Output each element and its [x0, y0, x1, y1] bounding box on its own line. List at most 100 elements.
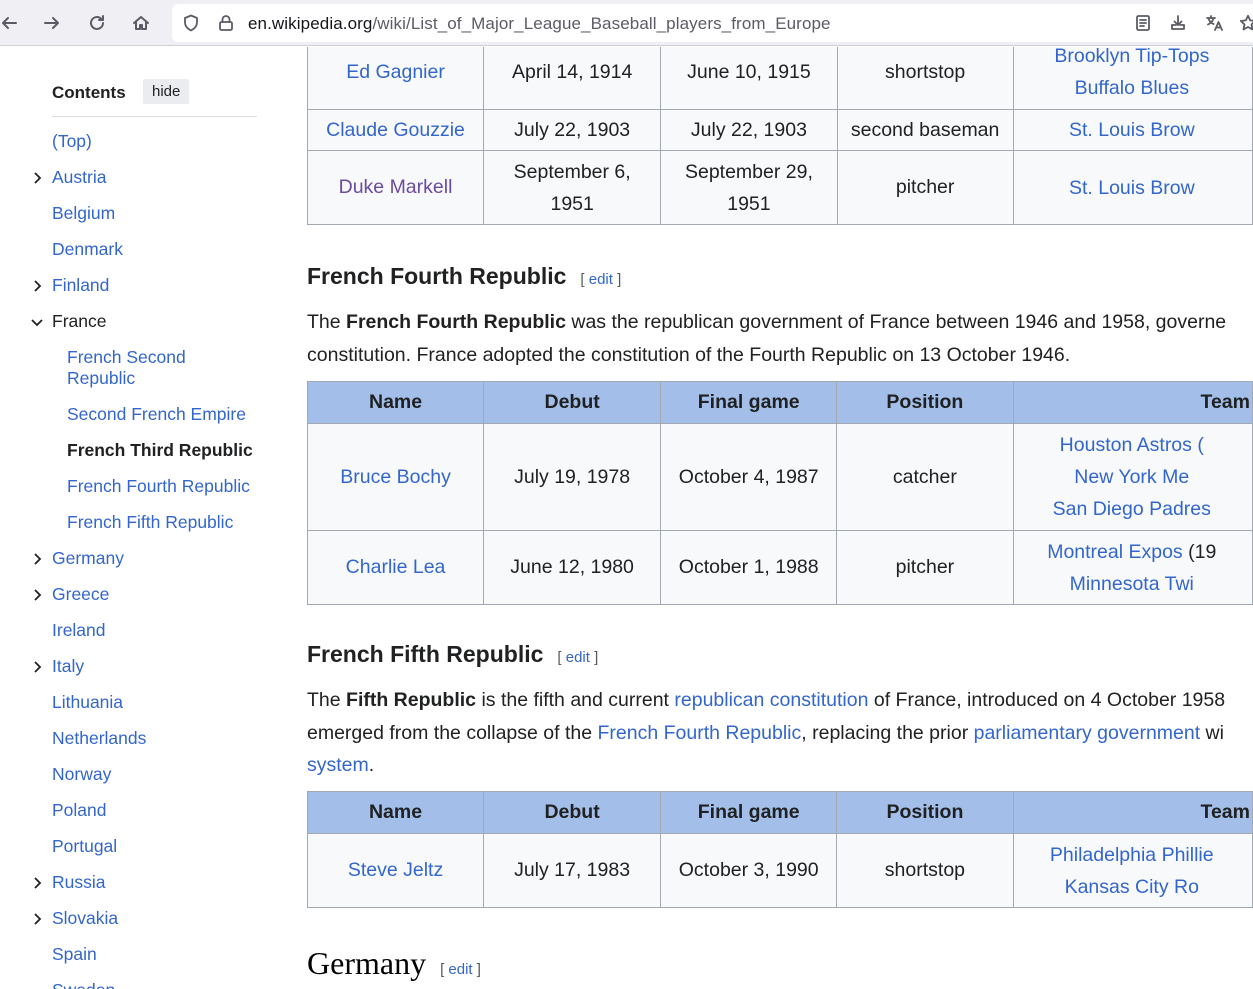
toc-item-norway[interactable]: Norway	[52, 764, 111, 785]
toc-item-greece[interactable]: Greece	[52, 584, 109, 605]
toc-item-lithuania[interactable]: Lithuania	[52, 692, 123, 713]
toc-item-spain[interactable]: Spain	[52, 944, 97, 965]
text: The	[307, 689, 347, 711]
back-icon[interactable]	[0, 8, 24, 38]
player-link[interactable]: Duke Markell	[339, 176, 453, 198]
player-name-cell: Charlie Lea	[307, 530, 485, 605]
edit-link[interactable]: edit	[566, 649, 590, 666]
toc-item-austria[interactable]: Austria	[52, 167, 106, 188]
lock-icon[interactable]	[216, 13, 236, 33]
parliamentary-government-link[interactable]: parliamentary government	[974, 722, 1201, 744]
section-title: French Fourth Republic	[307, 263, 567, 289]
toc-item-france[interactable]: France	[52, 311, 106, 332]
player-link[interactable]: Ed Gagnier	[346, 61, 445, 83]
column-header-final-game[interactable]: Final game	[660, 791, 838, 834]
chevron-right-icon[interactable]	[30, 876, 44, 890]
team-cell: St. Louis Brow	[1012, 150, 1253, 225]
toc-item-top[interactable]: (Top)	[52, 131, 92, 152]
reload-icon[interactable]	[82, 8, 112, 38]
column-header-position[interactable]: Position	[836, 791, 1014, 834]
text: .	[368, 754, 375, 776]
team-link[interactable]: Buffalo Blues	[1075, 77, 1190, 99]
toc-item-belgium[interactable]: Belgium	[52, 203, 115, 224]
team-link[interactable]: St. Louis Brow	[1069, 119, 1195, 141]
table-header-row: Name Debut Final game Position Team	[307, 381, 1253, 424]
download-icon[interactable]	[1168, 13, 1188, 33]
toc-item-second-french-empire[interactable]: Second French Empire	[67, 404, 246, 425]
home-icon[interactable]	[126, 8, 156, 38]
toc-item-french-third-republic[interactable]: French Third Republic	[67, 440, 253, 461]
team-link[interactable]: Brooklyn Tip-Tops	[1054, 47, 1209, 67]
team-cell: St. Louis Brow	[1012, 109, 1253, 151]
column-header-debut[interactable]: Debut	[483, 791, 662, 834]
debut-cell: July 17, 1983	[483, 833, 662, 908]
toc-title: Contents	[52, 83, 126, 102]
toc-item-portugal[interactable]: Portugal	[52, 836, 117, 857]
toc-item-germany[interactable]: Germany	[52, 548, 124, 569]
reader-view-icon[interactable]	[1133, 13, 1153, 33]
bookmark-star-icon[interactable]	[1238, 13, 1253, 33]
chevron-right-icon[interactable]	[30, 588, 44, 602]
final-game-cell: July 22, 1903	[660, 109, 838, 151]
team-link[interactable]: New York Me	[1074, 466, 1189, 488]
team-link[interactable]: Houston Astros (	[1060, 434, 1204, 456]
position-cell: pitcher	[836, 150, 1014, 225]
translate-icon[interactable]	[1204, 13, 1224, 33]
chevron-right-icon[interactable]	[30, 660, 44, 674]
fourth-republic-paragraph: The French Fourth Republic was the repub…	[307, 306, 1253, 371]
republican-constitution-link[interactable]: republican constitution	[674, 689, 868, 711]
edit-link[interactable]: edit	[589, 271, 613, 288]
player-link[interactable]: Bruce Bochy	[340, 466, 451, 488]
toc-item-french-second-republic[interactable]: French Second Republic	[67, 347, 186, 389]
text: of France, introduced on 4 October 1958	[868, 689, 1226, 711]
toc-item-russia[interactable]: Russia	[52, 872, 106, 893]
url-bar[interactable]: en.wikipedia.org/wiki/List_of_Major_Leag…	[172, 4, 1253, 42]
column-header-name[interactable]: Name	[307, 381, 485, 424]
column-header-name[interactable]: Name	[307, 791, 485, 834]
player-link[interactable]: Claude Gouzzie	[326, 119, 465, 141]
toc-hide-button[interactable]: hide	[143, 79, 190, 104]
forward-icon[interactable]	[37, 8, 67, 38]
toc-item-finland[interactable]: Finland	[52, 275, 109, 296]
chevron-right-icon[interactable]	[30, 171, 44, 185]
column-header-position[interactable]: Position	[836, 381, 1014, 424]
team-link[interactable]: Montreal Expos	[1047, 541, 1182, 563]
toc-item-french-fifth-republic[interactable]: French Fifth Republic	[67, 512, 233, 533]
toc-item-slovakia[interactable]: Slovakia	[52, 908, 118, 929]
column-header-final-game[interactable]: Final game	[660, 381, 838, 424]
third-republic-table: Ed Gagnier April 14, 1914 June 10, 1915 …	[307, 47, 1253, 225]
chevron-down-icon[interactable]	[30, 315, 44, 329]
team-link[interactable]: Kansas City Ro	[1065, 876, 1199, 898]
team-link[interactable]: Philadelphia Phillie	[1050, 844, 1214, 866]
chevron-right-icon[interactable]	[30, 912, 44, 926]
toc-item-netherlands[interactable]: Netherlands	[52, 728, 146, 749]
edit-link[interactable]: edit	[448, 961, 472, 978]
chevron-right-icon[interactable]	[30, 279, 44, 293]
column-header-team[interactable]: Team	[1012, 791, 1253, 834]
team-cell: Montreal Expos (19 Minnesota Twi	[1012, 530, 1253, 605]
column-header-team[interactable]: Team	[1012, 381, 1253, 424]
player-link[interactable]: Charlie Lea	[346, 556, 446, 578]
team-link[interactable]: San Diego Padres	[1053, 498, 1211, 520]
url-text[interactable]: en.wikipedia.org/wiki/List_of_Major_Leag…	[248, 14, 831, 34]
toc-item-sweden[interactable]: Sweden	[52, 980, 115, 989]
toc-item-poland[interactable]: Poland	[52, 800, 107, 821]
toc-item-italy[interactable]: Italy	[52, 656, 84, 677]
player-link[interactable]: Steve Jeltz	[348, 859, 443, 881]
text: emerged from the collapse of the	[307, 721, 598, 744]
toc-item-ireland[interactable]: Ireland	[52, 620, 106, 641]
chevron-right-icon[interactable]	[30, 552, 44, 566]
toc-item-denmark[interactable]: Denmark	[52, 239, 123, 260]
shield-icon[interactable]	[181, 13, 201, 33]
french-fourth-republic-link[interactable]: French Fourth Republic	[598, 722, 802, 744]
section-heading-germany: Germany [ edit ]	[307, 945, 481, 982]
system-link[interactable]: system	[307, 754, 369, 776]
toc-item-french-fourth-republic[interactable]: French Fourth Republic	[67, 476, 250, 497]
team-link[interactable]: Minnesota Twi	[1070, 573, 1194, 595]
final-game-cell: October 3, 1990	[660, 833, 838, 908]
team-link[interactable]: St. Louis Brow	[1069, 177, 1195, 199]
column-header-debut[interactable]: Debut	[483, 381, 662, 424]
player-name-cell: Claude Gouzzie	[307, 109, 485, 151]
position-cell: shortstop	[836, 47, 1014, 110]
fifth-republic-paragraph: The Fifth Republic is the fifth and curr…	[307, 684, 1253, 782]
